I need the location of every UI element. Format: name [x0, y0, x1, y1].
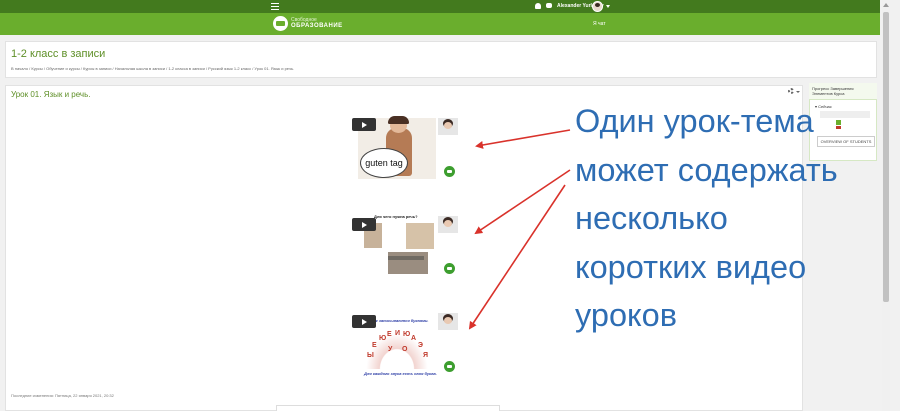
- arc-letter: Е: [372, 342, 377, 349]
- brand-right-link[interactable]: Я чат: [593, 21, 606, 27]
- scroll-up-arrow-icon[interactable]: [883, 3, 889, 7]
- video-embed-1[interactable]: guten tag: [352, 116, 458, 188]
- play-icon[interactable]: [352, 218, 376, 231]
- channel-logo-icon: [443, 262, 456, 275]
- video-2-caption: Для чего нужна речь?: [374, 214, 418, 219]
- last-modified-note: Последние изменения: Пятница, 22 января …: [11, 393, 114, 398]
- video-3-subcaption: Для каждого звука есть своя буква.: [364, 371, 437, 376]
- breadcrumb[interactable]: В начало / Курсы / Обучение и курсы / Ку…: [11, 66, 294, 71]
- page-title: 1-2 класс в записи: [11, 48, 106, 60]
- video-embed-2[interactable]: Для чего нужна речь?: [352, 214, 458, 286]
- brand-bar: [0, 13, 880, 35]
- user-menu-caret-icon[interactable]: [606, 5, 610, 8]
- arc-letter: Я: [423, 352, 429, 359]
- annotation-line: коротких видео: [575, 248, 807, 285]
- presenter-thumbnail: [438, 216, 458, 233]
- arc-letter: У: [388, 346, 393, 353]
- channel-logo-icon: [443, 165, 456, 178]
- arc-letter: И: [395, 330, 401, 337]
- site-logo-icon[interactable]: [273, 16, 288, 31]
- lesson-title: Урок 01. Язык и речь.: [11, 90, 91, 99]
- arc-letter: Ю: [403, 331, 411, 338]
- arc-letter: Ю: [379, 335, 387, 342]
- annotation-line: может содержать: [575, 151, 838, 188]
- play-icon[interactable]: [352, 315, 376, 328]
- video-3-caption: Как записываются буквами.: [371, 318, 429, 323]
- annotation-line: уроков: [575, 297, 677, 333]
- annotation-line: несколько: [575, 200, 728, 236]
- video-1-figure-hair: [388, 116, 409, 124]
- arc-letter: Ы: [367, 352, 374, 359]
- arc-letter: О: [402, 346, 408, 353]
- page-header-card: [5, 41, 877, 78]
- speech-bubble: guten tag: [360, 148, 408, 178]
- menu-hamburger-icon[interactable]: [271, 3, 279, 10]
- user-avatar[interactable]: [592, 1, 603, 12]
- page-root: Alexander Yurlanov Свободное ОБРАЗОВАНИЕ…: [0, 0, 900, 411]
- arc-letter: Е: [387, 331, 392, 338]
- bottom-activity-box: [276, 405, 500, 411]
- page-scrollbar-thumb[interactable]: [883, 12, 889, 302]
- video-2-photo: [406, 223, 434, 249]
- arc-letter: А: [411, 335, 417, 342]
- top-navbar: [0, 0, 880, 13]
- gear-icon[interactable]: [788, 88, 794, 94]
- letter-arc-letters: Ы Е Ю Е И Ю А Э Я У О: [364, 330, 432, 360]
- messages-chat-icon[interactable]: [546, 3, 552, 8]
- video-2-photo: [388, 256, 424, 260]
- play-icon[interactable]: [352, 118, 376, 131]
- channel-logo-icon: [443, 360, 456, 373]
- presenter-thumbnail: [438, 313, 458, 330]
- site-logo-line2[interactable]: ОБРАЗОВАНИЕ: [291, 23, 343, 29]
- notifications-bell-icon[interactable]: [535, 3, 541, 9]
- video-embed-3[interactable]: Как записываются буквами. Ы Е Ю Е И Ю А …: [352, 313, 458, 383]
- presenter-thumbnail: [438, 118, 458, 135]
- arc-letter: Э: [418, 342, 423, 349]
- annotation-text: Один урок-тема может содержать несколько…: [575, 97, 875, 340]
- completion-progress-title: Прогресс Завершения Элементов Курса: [812, 86, 854, 96]
- gear-caret-icon[interactable]: [796, 91, 800, 93]
- annotation-line: Один урок-тема: [575, 103, 814, 139]
